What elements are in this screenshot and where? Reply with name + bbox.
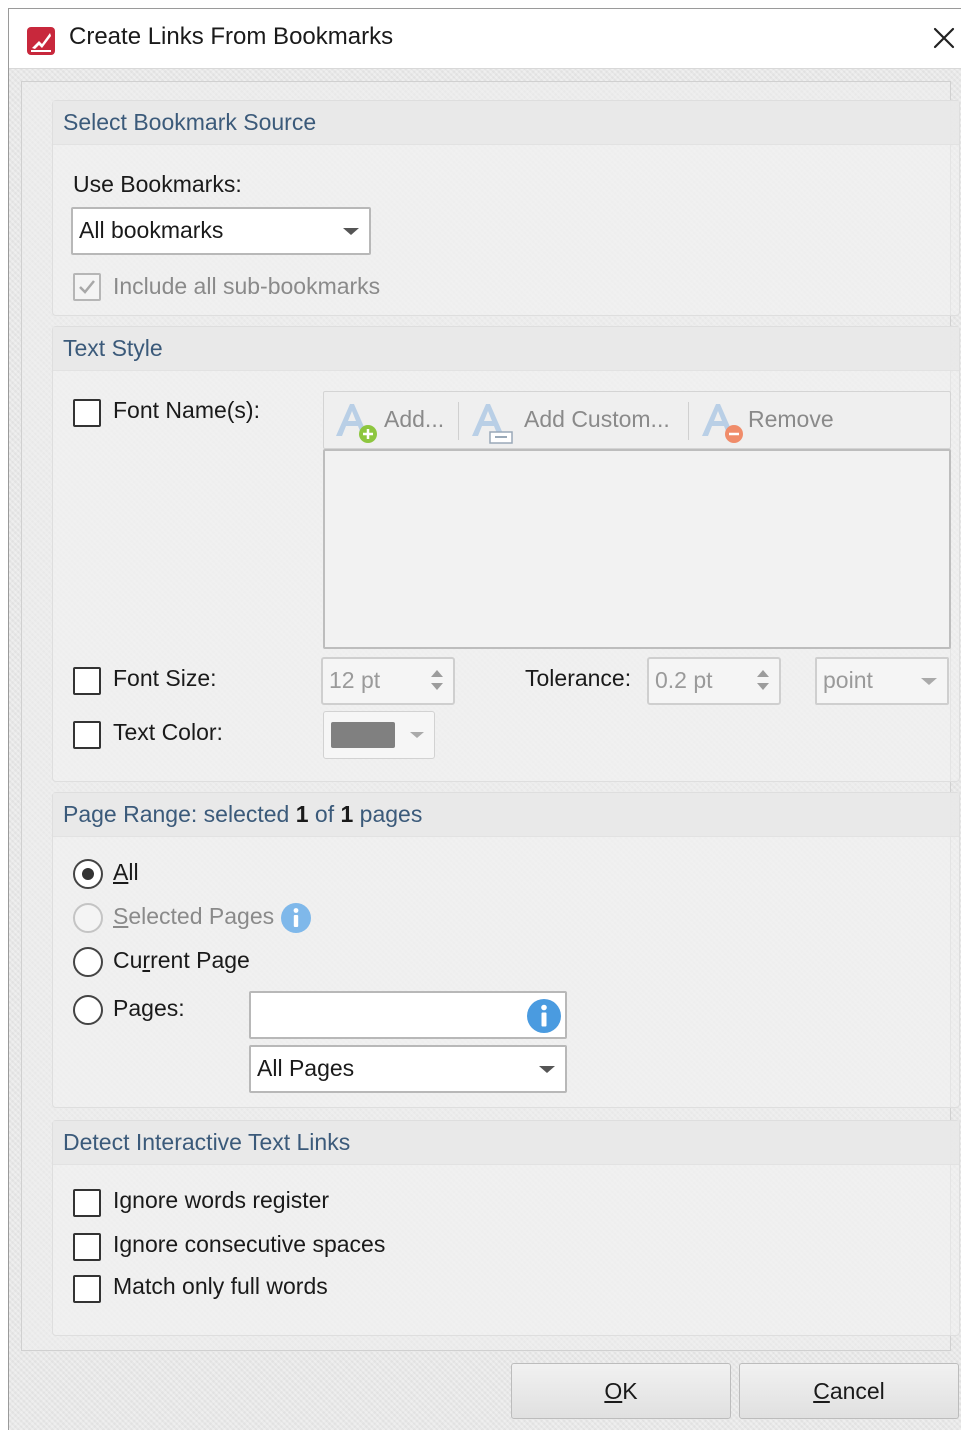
close-icon[interactable]	[929, 23, 959, 53]
font-names-checkbox[interactable]	[73, 399, 101, 427]
chevron-down-icon	[343, 228, 359, 235]
spin-down-icon[interactable]	[757, 683, 769, 690]
use-bookmarks-dropdown[interactable]: All bookmarks	[71, 207, 371, 255]
page-range-total: 1	[340, 801, 354, 827]
use-bookmarks-value: All bookmarks	[79, 217, 224, 243]
font-add-icon	[336, 404, 377, 443]
font-size-label: Font Size:	[113, 665, 217, 691]
tolerance-label: Tolerance:	[525, 665, 632, 691]
remove-font-button[interactable]: Remove	[690, 392, 860, 448]
toolbar-divider	[688, 402, 689, 440]
text-color-picker[interactable]	[323, 711, 435, 759]
group-title: Select Bookmark Source	[63, 109, 317, 135]
font-names-label: Font Name(s):	[113, 397, 260, 423]
page-range-all-radio[interactable]	[73, 859, 103, 889]
font-custom-icon	[472, 404, 513, 444]
radio-selected-dot	[82, 868, 94, 880]
add-custom-font-button[interactable]: Add Custom...	[460, 392, 688, 448]
tolerance-unit-dropdown[interactable]: point	[815, 657, 949, 705]
cancel-button[interactable]: Cancel	[739, 1363, 959, 1419]
spin-up-icon[interactable]	[757, 670, 769, 677]
page-range-current-radio[interactable]	[73, 947, 103, 977]
text-style-group: Text Style Font Name(s): Add... Add Cust…	[52, 326, 960, 782]
spin-up-icon[interactable]	[431, 670, 443, 677]
group-title: Text Style	[63, 335, 163, 361]
dialog-title: Create Links From Bookmarks	[69, 23, 394, 50]
page-range-title: Page Range: selected 1 of 1 pages	[63, 801, 422, 828]
page-subset-value: All Pages	[257, 1055, 355, 1081]
pages-input[interactable]	[249, 991, 567, 1039]
ignore-spaces-checkbox[interactable]	[73, 1233, 101, 1261]
check-icon	[79, 280, 95, 294]
page-range-pages-radio[interactable]	[73, 995, 103, 1025]
color-swatch	[331, 722, 395, 748]
chevron-down-icon	[539, 1066, 555, 1073]
include-sub-bookmarks-label: Include all sub-bookmarks	[113, 273, 381, 299]
add-font-button[interactable]: Add...	[324, 392, 458, 448]
page-range-of: of	[308, 801, 341, 827]
toolbar-divider	[458, 402, 459, 440]
ignore-spaces-label: Ignore consecutive spaces	[113, 1231, 386, 1257]
bookmark-source-header: Select Bookmark Source	[53, 101, 959, 145]
dialog-window: Create Links From Bookmarks Select Bookm…	[8, 8, 961, 1430]
ok-button[interactable]: OK	[511, 1363, 731, 1419]
tolerance-spinner[interactable]: 0.2 pt	[647, 657, 781, 705]
page-range-all-label: All	[113, 859, 139, 885]
text-color-checkbox[interactable]	[73, 721, 101, 749]
cancel-label: Cancel	[813, 1378, 885, 1404]
font-size-spinner[interactable]: 12 pt	[321, 657, 455, 705]
tolerance-unit-value: point	[823, 667, 873, 693]
detect-links-group: Detect Interactive Text Links Ignore wor…	[52, 1120, 960, 1336]
page-range-header: Page Range: selected 1 of 1 pages	[53, 793, 959, 837]
page-range-selected-label: Selected Pages	[113, 903, 275, 929]
font-size-checkbox[interactable]	[73, 667, 101, 695]
ignore-register-label: Ignore words register	[113, 1187, 330, 1213]
text-color-label: Text Color:	[113, 719, 223, 745]
font-size-value: 12 pt	[329, 667, 381, 693]
chevron-down-icon	[921, 678, 937, 685]
page-range-selected: 1	[295, 801, 309, 827]
info-icon[interactable]	[525, 997, 563, 1035]
full-words-label: Match only full words	[113, 1273, 328, 1299]
full-words-checkbox[interactable]	[73, 1275, 101, 1303]
page-range-prefix: Page Range: selected	[63, 801, 296, 827]
include-sub-bookmarks-checkbox[interactable]	[73, 273, 101, 301]
remove-font-label: Remove	[748, 406, 834, 432]
ok-label: OK	[604, 1378, 638, 1404]
ignore-register-checkbox[interactable]	[73, 1189, 101, 1217]
add-custom-font-label: Add Custom...	[524, 406, 670, 432]
dialog-body: Select Bookmark Source Use Bookmarks: Al…	[21, 81, 960, 1351]
page-range-selected-radio[interactable]	[73, 903, 103, 933]
bookmark-source-group: Select Bookmark Source Use Bookmarks: Al…	[52, 100, 960, 316]
group-title: Detect Interactive Text Links	[63, 1129, 351, 1155]
info-icon[interactable]	[279, 901, 313, 935]
page-range-current-label: Current Page	[113, 947, 250, 973]
font-remove-icon	[702, 404, 743, 443]
font-names-list[interactable]	[323, 449, 951, 649]
use-bookmarks-label: Use Bookmarks:	[73, 171, 242, 197]
add-font-label: Add...	[384, 406, 445, 432]
page-range-suffix: pages	[353, 801, 423, 827]
page-subset-dropdown[interactable]: All Pages	[249, 1045, 567, 1093]
detect-links-header: Detect Interactive Text Links	[53, 1121, 959, 1165]
chevron-down-icon	[410, 732, 424, 738]
tolerance-value: 0.2 pt	[655, 667, 713, 693]
text-style-header: Text Style	[53, 327, 959, 371]
app-logo-icon	[27, 27, 55, 55]
page-range-group: Page Range: selected 1 of 1 pages All Se…	[52, 792, 960, 1108]
spin-down-icon[interactable]	[431, 683, 443, 690]
page-range-pages-label: Pages:	[113, 995, 185, 1021]
font-names-toolbar: Add... Add Custom... Remove	[323, 391, 951, 449]
title-bar: Create Links From Bookmarks	[9, 9, 961, 69]
